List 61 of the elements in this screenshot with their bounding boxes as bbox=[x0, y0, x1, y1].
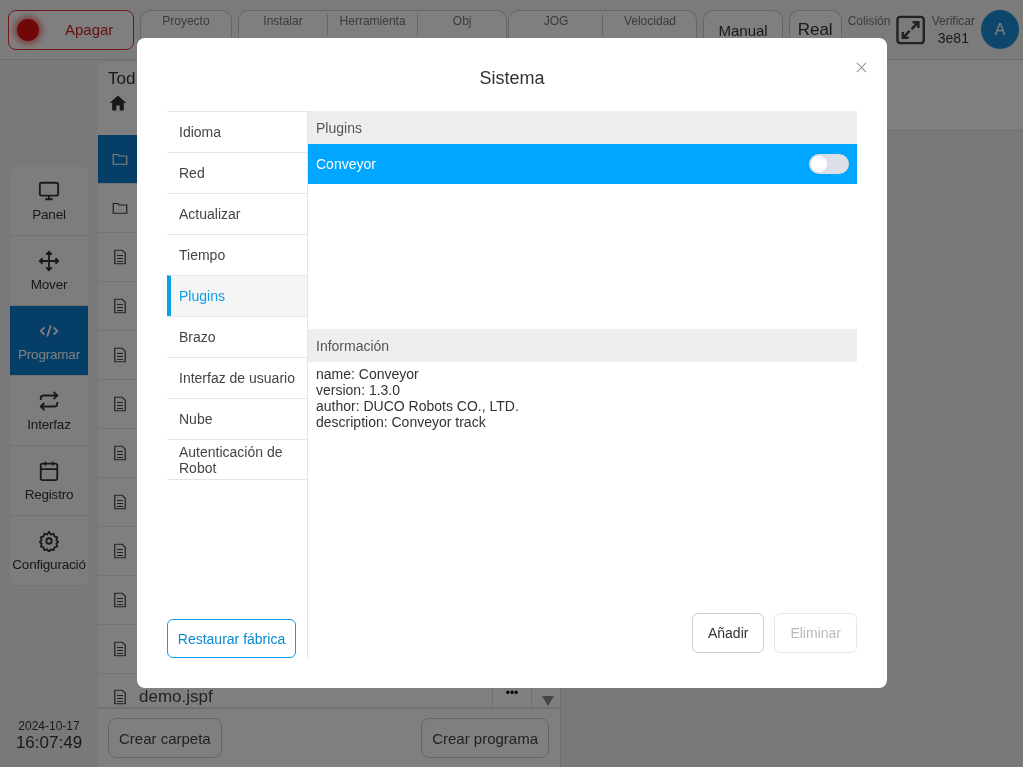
settings-menu-item[interactable]: Interfaz de usuario bbox=[167, 357, 307, 398]
status-label: Herramienta bbox=[339, 14, 406, 29]
time-text: 16:07:49 bbox=[15, 733, 83, 753]
settings-menu-item[interactable]: Actualizar bbox=[167, 193, 307, 234]
document-icon bbox=[111, 542, 129, 560]
document-icon bbox=[111, 591, 129, 609]
swap-icon bbox=[38, 389, 60, 412]
plugin-name: Conveyor bbox=[316, 156, 376, 172]
folder-title: Tod bbox=[107, 68, 136, 89]
status-label: Obj bbox=[452, 14, 472, 29]
factory-reset-button[interactable]: Restaurar fábrica bbox=[167, 619, 296, 658]
nav-item[interactable]: Panel bbox=[10, 166, 88, 236]
action-button[interactable]: Añadir bbox=[691, 613, 765, 653]
info-line: version: 1.3.0 bbox=[316, 382, 402, 398]
dialog-title: Sistema bbox=[479, 68, 545, 89]
settings-menu-item[interactable]: Autenticación de Robot bbox=[167, 439, 307, 480]
create-button[interactable]: Crear programa bbox=[421, 718, 549, 758]
info-line: author: DUCO Robots CO., LTD. bbox=[316, 398, 520, 414]
document-icon bbox=[111, 640, 129, 658]
document-icon bbox=[111, 493, 129, 511]
plugins-header: Plugins bbox=[308, 111, 857, 144]
power-dot-icon bbox=[17, 18, 39, 41]
power-button[interactable]: Apagar bbox=[8, 9, 135, 50]
document-icon bbox=[111, 346, 129, 364]
document-icon bbox=[111, 248, 129, 266]
document-icon bbox=[111, 444, 129, 462]
info-line: description: Conveyor track bbox=[316, 414, 487, 430]
info-header: Información bbox=[308, 329, 857, 362]
verify-value: 3e81 bbox=[937, 29, 969, 47]
nav-item[interactable]: Registro bbox=[10, 446, 88, 516]
settings-menu-item[interactable]: Plugins bbox=[167, 275, 307, 316]
status-label: Proyecto bbox=[162, 14, 210, 29]
settings-menu-item[interactable]: Red bbox=[167, 152, 307, 193]
create-button[interactable]: Crear carpeta bbox=[108, 718, 222, 758]
close-icon[interactable] bbox=[856, 62, 867, 73]
verify-label: Verificar bbox=[931, 14, 976, 29]
collision-label: Colisión bbox=[847, 14, 891, 29]
document-icon bbox=[111, 395, 129, 413]
settings-menu-item[interactable]: Brazo bbox=[167, 316, 307, 357]
status-label: Velocidad bbox=[623, 14, 676, 29]
move-icon bbox=[38, 249, 60, 272]
status-label: Instalar bbox=[263, 14, 303, 29]
home-icon[interactable] bbox=[108, 93, 128, 113]
info-line: name: Conveyor bbox=[316, 366, 420, 382]
nav-item[interactable]: Programar bbox=[10, 306, 88, 376]
expand-icon[interactable] bbox=[896, 14, 926, 45]
document-icon bbox=[111, 297, 129, 315]
calendar-icon bbox=[38, 459, 60, 482]
monitor-icon bbox=[38, 179, 60, 202]
document-icon bbox=[111, 688, 129, 706]
scroll-down-icon[interactable] bbox=[542, 696, 554, 706]
gear-icon bbox=[38, 529, 60, 552]
toggle-switch[interactable] bbox=[809, 154, 849, 174]
nav-item[interactable]: Interfaz bbox=[10, 376, 88, 446]
plugin-row[interactable]: Conveyor bbox=[308, 144, 857, 184]
settings-menu-item[interactable]: Idioma bbox=[167, 111, 307, 152]
nav-item[interactable]: Configuració bbox=[10, 516, 88, 586]
date-text: 2024-10-17 bbox=[18, 719, 80, 733]
user-avatar[interactable]: A bbox=[981, 10, 1020, 49]
status-label: JOG bbox=[543, 14, 569, 29]
settings-menu-item[interactable]: Nube bbox=[167, 398, 307, 439]
